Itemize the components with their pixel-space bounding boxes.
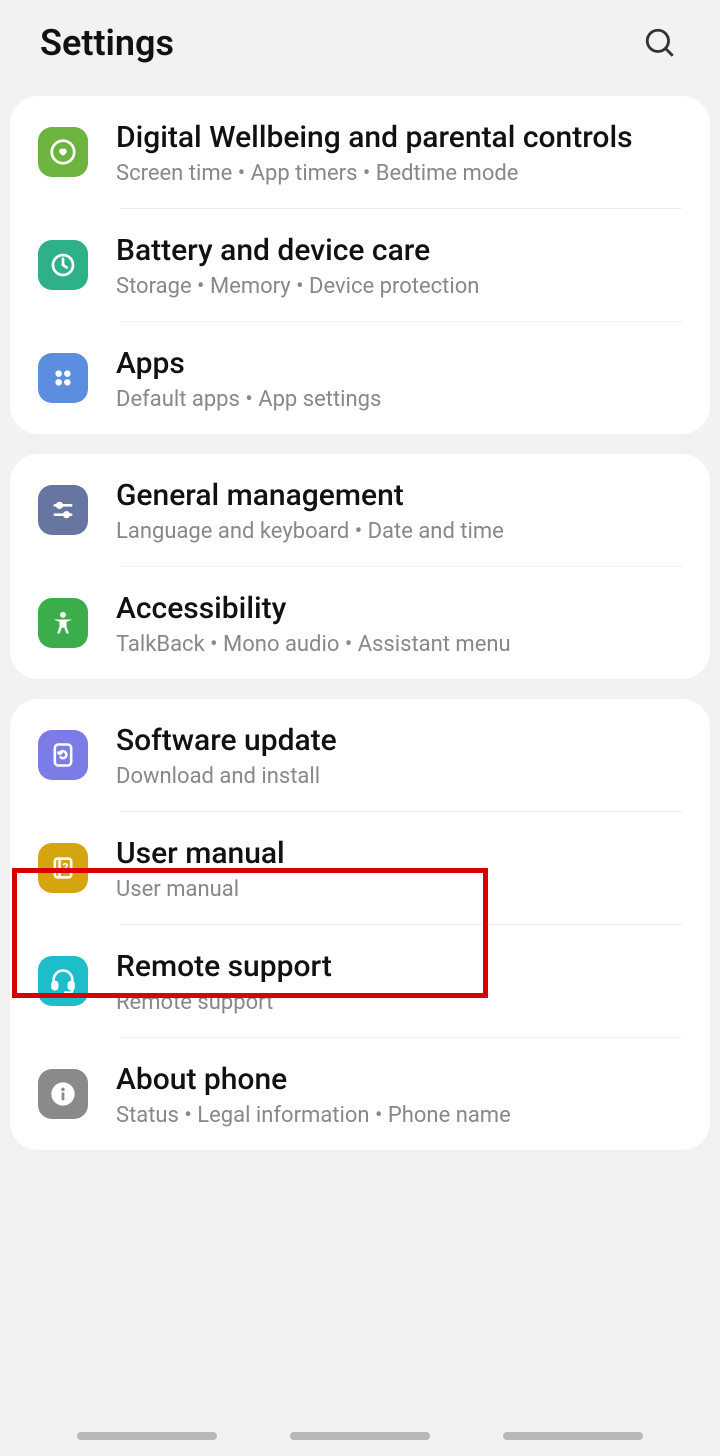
item-subtitle: Download and install: [116, 764, 682, 789]
nav-home[interactable]: [290, 1432, 430, 1440]
item-subtitle: Default apps • App settings: [116, 387, 682, 412]
settings-group: Software update Download and install ? U…: [10, 699, 710, 1150]
item-title: Digital Wellbeing and parental controls: [116, 118, 682, 157]
settings-header: Settings: [0, 0, 720, 86]
svg-text:?: ?: [62, 861, 68, 875]
item-title: About phone: [116, 1060, 682, 1099]
info-icon: [38, 1069, 88, 1119]
nav-recents[interactable]: [77, 1432, 217, 1440]
page-title: Settings: [40, 22, 174, 64]
settings-item-accessibility[interactable]: Accessibility TalkBack • Mono audio • As…: [10, 567, 710, 679]
wellbeing-icon: [38, 127, 88, 177]
settings-item-apps[interactable]: Apps Default apps • App settings: [10, 322, 710, 434]
settings-item-digital-wellbeing[interactable]: Digital Wellbeing and parental controls …: [10, 96, 710, 208]
item-title: Remote support: [116, 947, 682, 986]
battery-icon: [38, 240, 88, 290]
settings-item-user-manual[interactable]: ? User manual User manual: [10, 812, 710, 924]
item-title: Software update: [116, 721, 682, 760]
settings-item-about-phone[interactable]: About phone Status • Legal information •…: [10, 1038, 710, 1150]
item-title: Battery and device care: [116, 231, 682, 270]
accessibility-icon: [38, 598, 88, 648]
item-content: Software update Download and install: [116, 721, 682, 789]
update-icon: [38, 730, 88, 780]
settings-group: Digital Wellbeing and parental controls …: [10, 96, 710, 434]
nav-back[interactable]: [503, 1432, 643, 1440]
item-content: User manual User manual: [116, 834, 682, 902]
search-button[interactable]: [640, 23, 680, 63]
item-title: User manual: [116, 834, 682, 873]
item-content: General management Language and keyboard…: [116, 476, 682, 544]
manual-icon: ?: [38, 843, 88, 893]
settings-group: General management Language and keyboard…: [10, 454, 710, 679]
item-subtitle: Screen time • App timers • Bedtime mode: [116, 161, 682, 186]
settings-item-general-management[interactable]: General management Language and keyboard…: [10, 454, 710, 566]
item-subtitle: Remote support: [116, 990, 682, 1015]
item-subtitle: User manual: [116, 877, 682, 902]
settings-item-remote-support[interactable]: Remote support Remote support: [10, 925, 710, 1037]
apps-icon: [38, 353, 88, 403]
item-content: About phone Status • Legal information •…: [116, 1060, 682, 1128]
item-content: Digital Wellbeing and parental controls …: [116, 118, 682, 186]
item-subtitle: TalkBack • Mono audio • Assistant menu: [116, 632, 682, 657]
search-icon: [643, 26, 677, 60]
navigation-bar: [0, 1416, 720, 1456]
item-title: General management: [116, 476, 682, 515]
item-title: Apps: [116, 344, 682, 383]
item-content: Accessibility TalkBack • Mono audio • As…: [116, 589, 682, 657]
item-subtitle: Storage • Memory • Device protection: [116, 274, 682, 299]
headset-icon: [38, 956, 88, 1006]
sliders-icon: [38, 485, 88, 535]
settings-item-battery-care[interactable]: Battery and device care Storage • Memory…: [10, 209, 710, 321]
item-title: Accessibility: [116, 589, 682, 628]
item-content: Apps Default apps • App settings: [116, 344, 682, 412]
item-subtitle: Status • Legal information • Phone name: [116, 1103, 682, 1128]
item-content: Battery and device care Storage • Memory…: [116, 231, 682, 299]
item-content: Remote support Remote support: [116, 947, 682, 1015]
settings-item-software-update[interactable]: Software update Download and install: [10, 699, 710, 811]
item-subtitle: Language and keyboard • Date and time: [116, 519, 682, 544]
